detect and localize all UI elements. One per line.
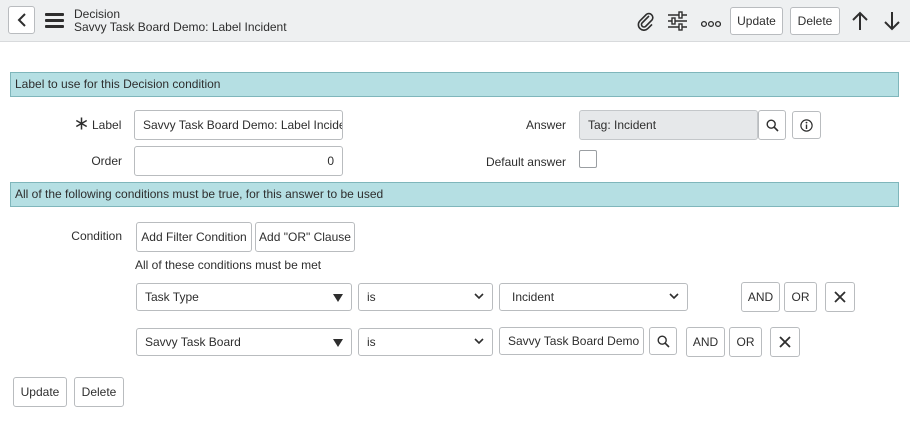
form-header: Decision Savvy Task Board Demo: Label In… [0, 0, 910, 42]
answer-lookup-button[interactable] [758, 110, 786, 140]
add-or-clause-button[interactable]: Add "OR" Clause [255, 222, 355, 252]
condition-field-value: Savvy Task Board [145, 335, 241, 349]
chevron-down-icon [474, 329, 484, 364]
hamburger-menu-icon[interactable] [45, 13, 64, 28]
close-icon [834, 291, 846, 303]
info-icon [800, 118, 813, 132]
default-answer-checkbox[interactable] [579, 150, 597, 168]
answer-info-button[interactable] [792, 111, 821, 139]
condition-or-button[interactable]: OR [784, 282, 817, 312]
form-title: Decision Savvy Task Board Demo: Label In… [74, 8, 287, 34]
header-update-button[interactable]: Update [730, 7, 783, 35]
arrow-up-icon[interactable] [851, 11, 869, 34]
footer-update-button[interactable]: Update [13, 377, 67, 407]
conditions-met-text: All of these conditions must be met [135, 258, 322, 272]
condition-label: Condition [71, 229, 122, 243]
order-input[interactable]: 0 [134, 146, 343, 176]
condition-value-select[interactable]: Incident [499, 283, 688, 311]
condition-or-button[interactable]: OR [729, 327, 762, 357]
condition-reference-input[interactable]: Savvy Task Board Demo [499, 327, 644, 355]
condition-operator-value: is [367, 335, 376, 349]
chevron-down-icon [669, 284, 679, 319]
search-icon [656, 334, 670, 348]
condition-field-value: Task Type [145, 290, 199, 304]
chevron-down-icon [474, 284, 484, 319]
condition-field-select[interactable]: Savvy Task Board [136, 328, 352, 356]
search-icon [765, 118, 779, 132]
condition-field-select[interactable]: Task Type [136, 283, 352, 311]
header-delete-button[interactable]: Delete [790, 7, 840, 35]
condition-delete-button[interactable] [825, 282, 855, 312]
condition-delete-button[interactable] [770, 327, 800, 357]
condition-and-button[interactable]: AND [741, 282, 780, 312]
dropdown-caret-icon [333, 294, 343, 302]
paperclip-icon[interactable] [636, 11, 656, 34]
back-button[interactable] [8, 6, 35, 34]
answer-label: Answer [525, 118, 566, 132]
label-input[interactable]: Savvy Task Board Demo: Label Incident [134, 110, 343, 140]
add-filter-condition-button[interactable]: Add Filter Condition [136, 222, 252, 252]
required-asterisk-icon [75, 117, 88, 133]
answer-input[interactable]: Tag: Incident [579, 110, 758, 140]
settings-sliders-icon[interactable] [667, 11, 688, 34]
condition-operator-value: is [367, 290, 376, 304]
dropdown-caret-icon [333, 339, 343, 347]
default-answer-label: Default answer [485, 155, 566, 169]
chevron-left-icon [17, 13, 26, 27]
arrow-down-icon[interactable] [883, 11, 901, 34]
condition-operator-select[interactable]: is [358, 328, 493, 356]
label-section-header: Label to use for this Decision condition [10, 72, 899, 97]
footer-delete-button[interactable]: Delete [74, 377, 124, 407]
record-name: Savvy Task Board Demo: Label Incident [74, 20, 287, 34]
label-field-label: Label [92, 118, 122, 132]
order-label: Order [91, 154, 122, 168]
condition-lookup-button[interactable] [649, 327, 677, 355]
condition-section-header: All of the following conditions must be … [10, 182, 899, 207]
condition-value-value: Incident [512, 290, 555, 304]
condition-operator-select[interactable]: is [358, 283, 493, 311]
condition-and-button[interactable]: AND [686, 327, 725, 357]
close-icon [779, 336, 791, 348]
more-options-icon[interactable] [700, 17, 722, 31]
